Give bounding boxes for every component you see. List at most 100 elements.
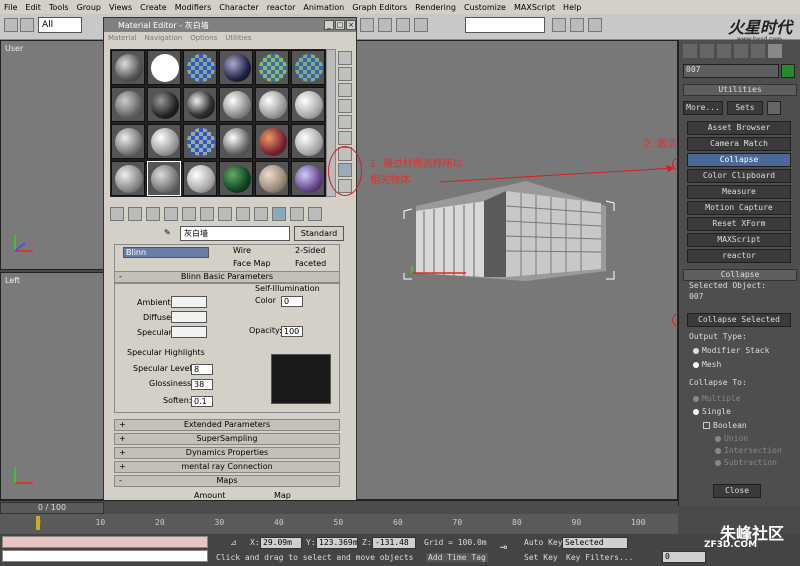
selection-filter-dropdown[interactable]: All [38,17,82,33]
material-type-button[interactable]: Standard [294,226,344,241]
mirror-icon[interactable] [552,18,566,32]
create-tab-icon[interactable] [683,44,697,58]
material-slot[interactable] [219,50,253,85]
subtraction-radio[interactable]: Subtraction [715,458,777,467]
modifier-stack-radio[interactable]: Modifier Stack [693,346,769,355]
material-slot[interactable] [147,161,181,196]
add-time-tag-button[interactable]: Add Time Tag [426,553,488,562]
menu-graph-editors[interactable]: Graph Editors [348,3,411,12]
material-slot[interactable] [219,161,253,196]
material-slot[interactable] [183,124,217,159]
render-icon[interactable] [588,18,602,32]
boolean-checkbox[interactable]: Boolean [703,421,747,430]
utility-maxscript-button[interactable]: MAXScript [687,233,791,247]
rollout-dynamics-properties[interactable]: + Dynamics Properties [114,447,340,459]
modify-tab-icon[interactable] [700,44,714,58]
video-color-check-icon[interactable] [338,115,352,129]
utility-reactor-button[interactable]: reactor [687,249,791,263]
rollout-mental-ray-connection[interactable]: + mental ray Connection [114,461,340,473]
close-button[interactable]: Close [713,484,761,498]
percent-snap-icon[interactable] [396,18,410,32]
undo-icon[interactable] [4,18,18,32]
more-button[interactable]: More... [683,101,723,115]
set-key-button[interactable]: Set Key [524,553,558,562]
menu-tools[interactable]: Tools [45,3,73,12]
material-editor-titlebar[interactable]: Material Editor - 灰白墙 _ □ × [104,18,356,32]
collapse-rollout[interactable]: Collapse [683,269,797,281]
material-slot[interactable] [183,87,217,122]
display-tab-icon[interactable] [751,44,765,58]
go-to-parent-icon[interactable] [290,207,304,221]
opacity-value[interactable]: 100 [281,326,303,337]
diffuse-swatch[interactable] [171,311,207,323]
material-slot[interactable] [111,124,145,159]
material-slot[interactable] [291,50,325,85]
reset-map-icon[interactable] [164,207,178,221]
object-color-swatch[interactable] [781,64,795,78]
spinner-snap-icon[interactable] [414,18,428,32]
material-slot[interactable] [147,50,181,85]
material-slot[interactable] [183,50,217,85]
sets-button[interactable]: Sets [727,101,763,115]
key-filters-button[interactable]: Key Filters... [566,553,633,562]
utility-collapse-button[interactable]: Collapse [687,153,791,167]
time-slider-thumb[interactable]: 0 / 100 [0,502,104,514]
material-slot[interactable] [291,124,325,159]
viewport-user[interactable]: User [0,40,105,270]
menu-rendering[interactable]: Rendering [411,3,460,12]
background-icon[interactable] [338,83,352,97]
put-to-scene-icon[interactable] [128,207,142,221]
y-coordinate[interactable]: 123.369m [316,537,358,549]
material-slot[interactable] [255,124,289,159]
sample-type-icon[interactable] [338,51,352,65]
ambient-swatch[interactable] [171,296,207,308]
mat-menu-navigation[interactable]: Navigation [144,34,182,42]
minimize-button[interactable]: _ [324,20,334,30]
material-slot[interactable] [111,161,145,196]
menu-file[interactable]: File [0,3,21,12]
building-model[interactable] [356,41,679,501]
assign-material-icon[interactable] [146,207,160,221]
uv-tiling-icon[interactable] [338,99,352,113]
rollout-supersampling[interactable]: + SuperSampling [114,433,340,445]
viewport-perspective[interactable] [355,40,678,500]
material-slot[interactable] [219,87,253,122]
mat-menu-utilities[interactable]: Utilities [225,34,251,42]
menu-modifiers[interactable]: Modifiers [171,3,216,12]
material-slot[interactable] [255,50,289,85]
put-to-library-icon[interactable] [218,207,232,221]
maxscript-output[interactable] [2,550,208,562]
track-bar[interactable]: 0102030405060708090100 [0,514,678,534]
single-radio[interactable]: Single [693,407,731,416]
specular-swatch[interactable] [171,326,207,338]
rollout-extended-parameters[interactable]: + Extended Parameters [114,419,340,431]
utilities-tab-icon[interactable] [768,44,782,58]
utilities-rollout[interactable]: Utilities [683,84,797,96]
material-slot[interactable] [111,50,145,85]
material-slot[interactable] [255,161,289,196]
menu-customize[interactable]: Customize [460,3,510,12]
self-illum-value[interactable]: 0 [281,296,303,307]
material-slot[interactable] [111,87,145,122]
intersection-radio[interactable]: Intersection [715,446,782,455]
material-effects-channel-icon[interactable] [236,207,250,221]
glossiness-value[interactable]: 38 [191,379,213,390]
maximize-button[interactable]: □ [335,20,345,30]
maxscript-listener[interactable] [2,536,208,548]
menu-edit[interactable]: Edit [21,3,45,12]
z-coordinate[interactable]: -131.48 [372,537,416,549]
mat-menu-material[interactable]: Material [108,34,136,42]
rollout-maps[interactable]: - Maps [114,475,340,487]
soften-value[interactable]: 0.1 [191,396,213,407]
viewport-left[interactable]: Left [0,272,105,500]
hierarchy-tab-icon[interactable] [717,44,731,58]
union-radio[interactable]: Union [715,434,748,443]
configure-sets-icon[interactable] [767,101,781,115]
utility-measure-button[interactable]: Measure [687,185,791,199]
material-slot[interactable] [291,161,325,196]
utility-camera-match-button[interactable]: Camera Match [687,137,791,151]
wire-checkbox[interactable]: Wire [233,246,251,255]
material-name-input[interactable]: 灰白墙 [180,226,290,241]
current-frame-field[interactable]: 0 [662,551,706,563]
menu-animation[interactable]: Animation [299,3,348,12]
